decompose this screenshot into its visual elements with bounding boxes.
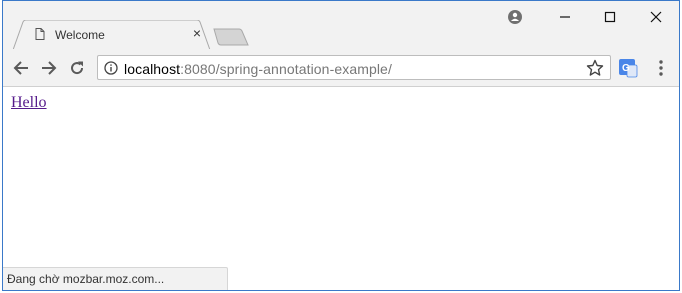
url-host: localhost — [124, 61, 181, 77]
close-icon[interactable]: × — [189, 25, 205, 41]
status-text: Đang chờ mozbar.moz.com... — [7, 272, 165, 286]
status-bar: Đang chờ mozbar.moz.com... — [3, 267, 228, 290]
address-bar[interactable]: localhost:8080/spring-annotation-example… — [97, 55, 611, 80]
forward-arrow-icon[interactable] — [39, 58, 59, 78]
url-text[interactable]: localhost:8080/spring-annotation-example… — [124, 61, 392, 77]
info-icon[interactable] — [104, 61, 118, 75]
url-path: :8080/spring-annotation-example/ — [180, 61, 392, 77]
back-arrow-icon[interactable] — [11, 58, 31, 78]
minimize-icon[interactable] — [551, 7, 579, 27]
tab-title: Welcome — [55, 28, 105, 42]
new-tab-icon[interactable] — [213, 28, 249, 46]
page-content: Hello Đang chờ mozbar.moz.com... — [3, 87, 679, 290]
hello-link[interactable]: Hello — [11, 94, 47, 112]
star-icon[interactable] — [586, 59, 604, 77]
profile-icon[interactable] — [501, 7, 529, 27]
reload-icon[interactable] — [67, 58, 87, 78]
tab-welcome[interactable]: Welcome × — [13, 20, 211, 50]
title-bar: Welcome × — [3, 1, 679, 50]
svg-text:G: G — [622, 63, 630, 74]
page-icon — [35, 28, 45, 40]
kebab-menu-icon[interactable] — [653, 58, 669, 78]
translate-extension-icon[interactable]: G — [618, 58, 638, 78]
toolbar: localhost:8080/spring-annotation-example… — [3, 49, 679, 87]
browser-window: Welcome × localhost:8080/spring-annotati… — [2, 0, 680, 291]
window-close-icon[interactable] — [642, 7, 670, 27]
maximize-icon[interactable] — [596, 7, 624, 27]
